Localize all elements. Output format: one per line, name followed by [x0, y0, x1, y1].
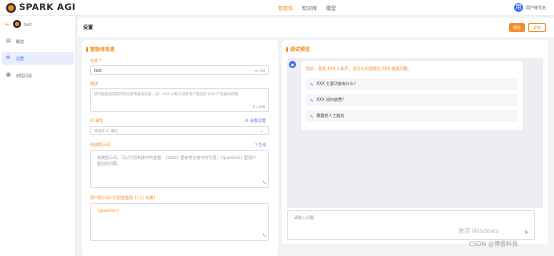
description-field[interactable]: 请详细描述智能体的应用场景及用途，如：XXX 小助手回答用户提出的 XXX 产品… — [90, 88, 269, 112]
sidebar-item-label: 设置 — [16, 55, 24, 61]
name-counter: 4 / 64 — [254, 68, 265, 73]
model-placeholder: 请选择 AI 模型 — [94, 129, 118, 133]
page-title: 设置 — [83, 25, 94, 31]
system-prompt-placeholder: 系统提示词，可以引用系统中的变量：{data} 是参考文档中的引用；{quest… — [97, 155, 257, 166]
model-params-link[interactable]: ⚙ 参数设置 — [245, 118, 266, 124]
system-prompt-field[interactable]: 系统提示词，可以引用系统中的变量：{data} 是参考文档中的引用；{quest… — [90, 150, 269, 188]
suggestion-label: XXX 如何收费？ — [316, 97, 346, 102]
save-button[interactable]: 保存 — [509, 23, 525, 32]
user-menu[interactable]: 用 用户账号名 — [514, 3, 546, 12]
suggestion-label: 需要转人工服务 — [316, 113, 345, 118]
arrow-left-icon[interactable]: ← — [5, 21, 10, 28]
name-field[interactable]: test 4 / 64 — [90, 65, 269, 75]
suggestion-label: XXX 主要功能有什么？ — [316, 81, 358, 86]
description-counter: 0 / 256 — [252, 105, 265, 109]
sidebar-item-label: 对话日志 — [16, 72, 32, 78]
logo-text: SPARK AGI — [19, 3, 76, 13]
activate-windows-watermark: 激活 Windows — [458, 228, 499, 235]
generate-link-label: 生成 — [258, 142, 267, 147]
top-nav: 智能体 知识库 模型 — [278, 5, 336, 12]
chevron-down-icon: ⌄ — [259, 128, 264, 134]
section-title: 调试预览 — [285, 47, 311, 53]
user-prompt-field[interactable]: {question} ⤡ — [90, 203, 269, 241]
sidebar-item-logs[interactable]: ▦ 对话日志 — [2, 69, 74, 82]
log-icon: ▦ — [6, 72, 11, 78]
publish-button[interactable]: 发布 — [528, 23, 546, 32]
user-prompt-value: {question} — [97, 208, 120, 213]
sidebar: ← test ▤ 概览 ⚙ 设置 ▦ 对话日志 — [0, 16, 76, 256]
model-label: AI 模型 — [90, 118, 104, 123]
question-placeholder: 请输入问题 — [294, 215, 314, 220]
name-value: test — [94, 68, 102, 73]
suggestion-item[interactable]: ✎ XXX 主要功能有什么？ — [306, 78, 518, 90]
section-title: 智能体信息 — [85, 47, 116, 53]
app-avatar — [13, 20, 22, 28]
edit-icon: ✎ — [310, 97, 314, 103]
model-select[interactable]: 请选择 AI 模型 ⌄ — [90, 126, 269, 135]
suggestion-item[interactable]: ✎ XXX 如何收费？ — [306, 94, 518, 106]
suggestion-item[interactable]: ✎ 需要转人工服务 — [306, 110, 518, 122]
resize-icon[interactable]: ⤡ — [263, 233, 266, 238]
logo-icon — [6, 3, 16, 13]
sidebar-item-overview[interactable]: ▤ 概览 — [2, 35, 74, 48]
app-switcher: ← test — [5, 20, 32, 28]
nav-models[interactable]: 模型 — [326, 5, 336, 12]
nav-agents[interactable]: 智能体 — [278, 5, 293, 12]
resize-icon[interactable]: ⤡ — [263, 180, 266, 185]
name-label: 名称 * — [90, 58, 102, 63]
model-params-link-label: 参数设置 — [249, 118, 266, 123]
app-name: test — [24, 21, 32, 27]
description-placeholder: 请详细描述智能体的应用场景及用途，如：XXX 小助手回答用户提出的 XXX 产品… — [94, 92, 238, 96]
generate-link[interactable]: ✎生成 — [255, 142, 266, 148]
agent-settings-panel: 智能体信息 名称 * test 4 / 64 描述 请详细描述智能体的应用场景及… — [82, 40, 278, 256]
csdn-watermark: CSDN @博睿科技 — [469, 241, 519, 248]
edit-icon: ✎ — [310, 113, 314, 119]
bot-icon: ◉ — [289, 61, 296, 68]
user-name: 用户账号名 — [526, 4, 546, 10]
description-label: 描述 — [90, 81, 98, 86]
sidebar-item-label: 概览 — [16, 38, 24, 44]
edit-icon: ✎ — [310, 81, 314, 87]
user-prompt-label: 用户提示词 (引用变量用 {{}} 包裹) — [90, 195, 156, 200]
chat-area: ◉ 您好，我是 XXX 小助手，您可以向我提出 XXX 使用问题。 ✎ XXX … — [287, 58, 543, 208]
sidebar-item-settings[interactable]: ⚙ 设置 — [2, 52, 74, 65]
avatar: 用 — [514, 3, 523, 12]
greeting-text: 您好，我是 XXX 小助手，您可以向我提出 XXX 使用问题。 — [306, 66, 412, 71]
nav-knowledge[interactable]: 知识库 — [302, 5, 317, 12]
greeting-bubble: 您好，我是 XXX 小助手，您可以向我提出 XXX 使用问题。 ✎ XXX 主要… — [301, 61, 523, 130]
send-icon[interactable]: ➤ — [524, 229, 529, 236]
settings-toolbar: 设置 保存 发布 — [78, 18, 554, 37]
debug-preview-panel: 调试预览 ◉ 您好，我是 XXX 小助手，您可以向我提出 XXX 使用问题。 ✎… — [282, 40, 548, 244]
question-input[interactable]: 请输入问题 ➤ — [287, 210, 535, 240]
gear-icon: ⚙ — [6, 55, 11, 61]
overview-icon: ▤ — [6, 38, 11, 44]
logo[interactable]: SPARK AGI — [6, 3, 76, 13]
system-prompt-label: 系统提示词 — [90, 142, 110, 147]
top-header: SPARK AGI 智能体 知识库 模型 用 用户账号名 — [0, 0, 554, 16]
